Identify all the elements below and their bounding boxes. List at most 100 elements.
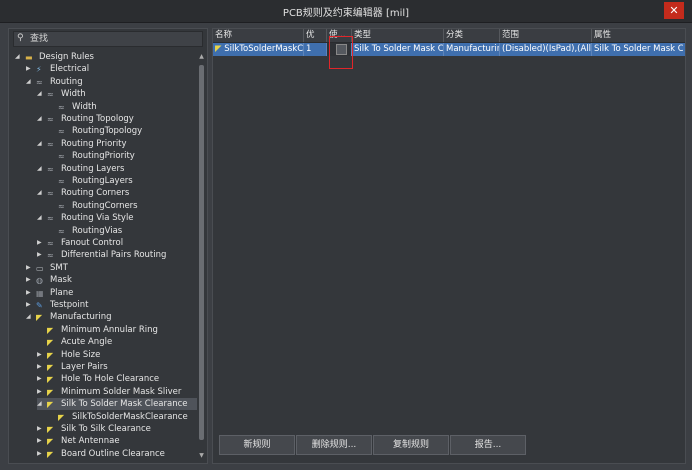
cell-attributes: Silk To Solder Mask Cl	[594, 44, 683, 54]
collapse-arrow-icon[interactable]: ◢	[15, 51, 23, 63]
smt-icon: ▭	[36, 263, 44, 273]
tree-node[interactable]: ◢ ≈ Routing Priority	[37, 138, 197, 150]
collapse-arrow-icon[interactable]: ◢	[26, 311, 34, 323]
collapse-arrow-icon[interactable]: ◢	[37, 398, 45, 410]
routing-icon: ≈	[36, 77, 43, 87]
routing-icon: ≈	[58, 102, 65, 112]
expand-arrow-icon[interactable]: ▶	[37, 237, 45, 249]
cell-priority: 1	[304, 43, 327, 56]
electrical-icon: ⚡	[36, 65, 42, 75]
expand-arrow-icon[interactable]: ▶	[37, 373, 45, 385]
collapse-arrow-icon[interactable]: ◢	[37, 88, 45, 100]
tree-node[interactable]: ≈ RoutingPriority	[48, 150, 197, 162]
expand-arrow-icon[interactable]: ▶	[26, 287, 34, 299]
collapse-arrow-icon[interactable]: ◢	[37, 212, 45, 224]
tree-node[interactable]: ▶ ◤ Layer Pairs	[37, 361, 197, 373]
expand-arrow-icon[interactable]: ▶	[37, 423, 45, 435]
expand-arrow-icon[interactable]: ▶	[26, 274, 34, 286]
tree-node[interactable]: ▶ ◤ Hole To Hole Clearance	[37, 373, 197, 385]
tree-node[interactable]: ▶ ≈ Differential Pairs Routing	[37, 249, 197, 261]
tree-node[interactable]: ◢ ≈ Width	[37, 88, 197, 100]
tree-node-label: RoutingLayers	[72, 176, 133, 186]
expand-arrow-icon[interactable]: ▶	[26, 63, 34, 75]
tree-node[interactable]: ≈ Width	[48, 101, 197, 113]
tree-node-label: Minimum Annular Ring	[61, 324, 158, 335]
delete-rule-button[interactable]: 删除规则...	[296, 435, 372, 455]
tree-node-label: Routing	[50, 76, 83, 87]
tree-node[interactable]: ◤ Minimum Annular Ring	[37, 324, 197, 336]
scrollbar-thumb[interactable]	[199, 65, 204, 440]
tree-node-label: Routing Topology	[61, 114, 134, 124]
tree-node[interactable]: ◢ ≈ Routing	[26, 76, 197, 88]
column-header-name[interactable]: 名称	[213, 29, 304, 42]
report-button[interactable]: 报告...	[450, 435, 526, 455]
tree-node[interactable]: ◢ ◤ Silk To Solder Mask Clearance	[37, 398, 197, 411]
expand-arrow-icon[interactable]: ▶	[37, 249, 45, 261]
tree-node[interactable]: ▶ ◤ Minimum Solder Mask Sliver	[37, 386, 197, 398]
grid-header: 名称 优 使... 类型 分类 范围 属性	[213, 29, 685, 43]
search-box[interactable]: ⚲	[13, 31, 203, 47]
column-header-priority[interactable]: 优	[304, 29, 327, 42]
cell-category: Manufacturir	[446, 43, 500, 56]
column-header-category[interactable]: 分类	[444, 29, 500, 42]
tree-node[interactable]: ◢ ≈ Routing Via Style	[37, 212, 197, 224]
collapse-arrow-icon[interactable]: ◢	[37, 187, 45, 199]
collapse-arrow-icon[interactable]: ◢	[37, 113, 45, 125]
tree-node[interactable]: ◤ Acute Angle	[37, 336, 197, 348]
search-input[interactable]	[30, 32, 198, 45]
expand-arrow-icon[interactable]: ▶	[37, 386, 45, 398]
cell-scope: (Disabled)(IsPad),(All)	[502, 43, 592, 56]
copy-rule-button[interactable]: 复制规则	[373, 435, 449, 455]
tree-node[interactable]: ◢ ▬ Design Rules	[15, 51, 197, 63]
tree-node[interactable]: ◢ ≈ Routing Layers	[37, 163, 197, 175]
tree-node[interactable]: ▶ ▦ Plane	[26, 287, 197, 299]
column-header-attributes[interactable]: 属性	[592, 29, 683, 42]
close-button[interactable]: ✕	[664, 2, 684, 19]
expand-arrow-icon[interactable]: ▶	[37, 361, 45, 373]
column-header-scope[interactable]: 范围	[500, 29, 592, 42]
tree-node[interactable]: ≈ RoutingVias	[48, 225, 197, 237]
tree-node[interactable]: ▶ ◤ Net Antennae	[37, 435, 197, 447]
tree-node-label: Acute Angle	[61, 337, 113, 348]
manufacturing-icon: ◤	[47, 338, 54, 348]
expand-arrow-icon[interactable]: ▶	[37, 349, 45, 361]
new-rule-button[interactable]: 新规则	[219, 435, 295, 455]
search-icon: ⚲	[17, 33, 24, 43]
tree-node[interactable]: ◢ ≈ Routing Topology	[37, 113, 197, 125]
tree-node[interactable]: ▶ ◤ Hole Size	[37, 349, 197, 361]
tree-node[interactable]: ◢ ◤ Manufacturing	[26, 311, 197, 323]
collapse-arrow-icon[interactable]: ◢	[37, 138, 45, 150]
tree-node[interactable]: ▶ ◤ Silk To Silk Clearance	[37, 423, 197, 435]
table-row[interactable]: ◤ SilkToSolderMaskCl 1 Silk To Solder Ma…	[213, 43, 685, 56]
manufacturing-icon: ◤	[47, 425, 54, 434]
tree-node[interactable]: ▶ ▭ SMT	[26, 262, 197, 274]
column-header-type[interactable]: 类型	[352, 29, 444, 42]
tree-node[interactable]: ▶ ◤ Board Outline Clearance	[37, 448, 197, 460]
scroll-down-icon[interactable]: ▼	[198, 452, 205, 459]
tree-node-label: Hole To Hole Clearance	[61, 374, 160, 385]
tree-node[interactable]: ≈ RoutingCorners	[48, 200, 197, 212]
tree-node-label: Mask	[50, 275, 72, 286]
tree-node[interactable]: ▶ ✎ Testpoint	[26, 299, 197, 311]
tree-node[interactable]: ▶ ⚡ Electrical	[26, 63, 197, 75]
collapse-arrow-icon[interactable]: ◢	[26, 76, 34, 88]
routing-icon: ≈	[47, 90, 54, 100]
tree-node-label: Silk To Solder Mask Clearance	[61, 399, 188, 410]
tree-node[interactable]: ≈ RoutingLayers	[48, 175, 197, 187]
collapse-arrow-icon[interactable]: ◢	[37, 163, 45, 175]
tree-node[interactable]: ▶ ◍ Mask	[26, 274, 197, 286]
expand-arrow-icon[interactable]: ▶	[26, 262, 34, 274]
tree-node[interactable]: ◢ ≈ Routing Corners	[37, 187, 197, 199]
tree-node[interactable]: ▶ ≈ Fanout Control	[37, 237, 197, 249]
tree-node[interactable]: ≈ RoutingTopology	[48, 125, 197, 137]
tree-scrollbar[interactable]: ▲ ▼	[198, 51, 205, 461]
expand-arrow-icon[interactable]: ▶	[37, 435, 45, 447]
scroll-up-icon[interactable]: ▲	[198, 53, 205, 60]
expand-arrow-icon[interactable]: ▶	[37, 448, 45, 460]
tree-node[interactable]: ◤ SilkToSolderMaskClearance	[48, 411, 197, 423]
manufacturing-icon: ◤	[47, 437, 54, 447]
routing-icon: ≈	[47, 189, 54, 199]
rules-grid-panel: 名称 优 使... 类型 分类 范围 属性 ◤ SilkToSolderMask…	[212, 28, 686, 464]
routing-icon: ≈	[58, 177, 65, 186]
expand-arrow-icon[interactable]: ▶	[26, 299, 34, 311]
